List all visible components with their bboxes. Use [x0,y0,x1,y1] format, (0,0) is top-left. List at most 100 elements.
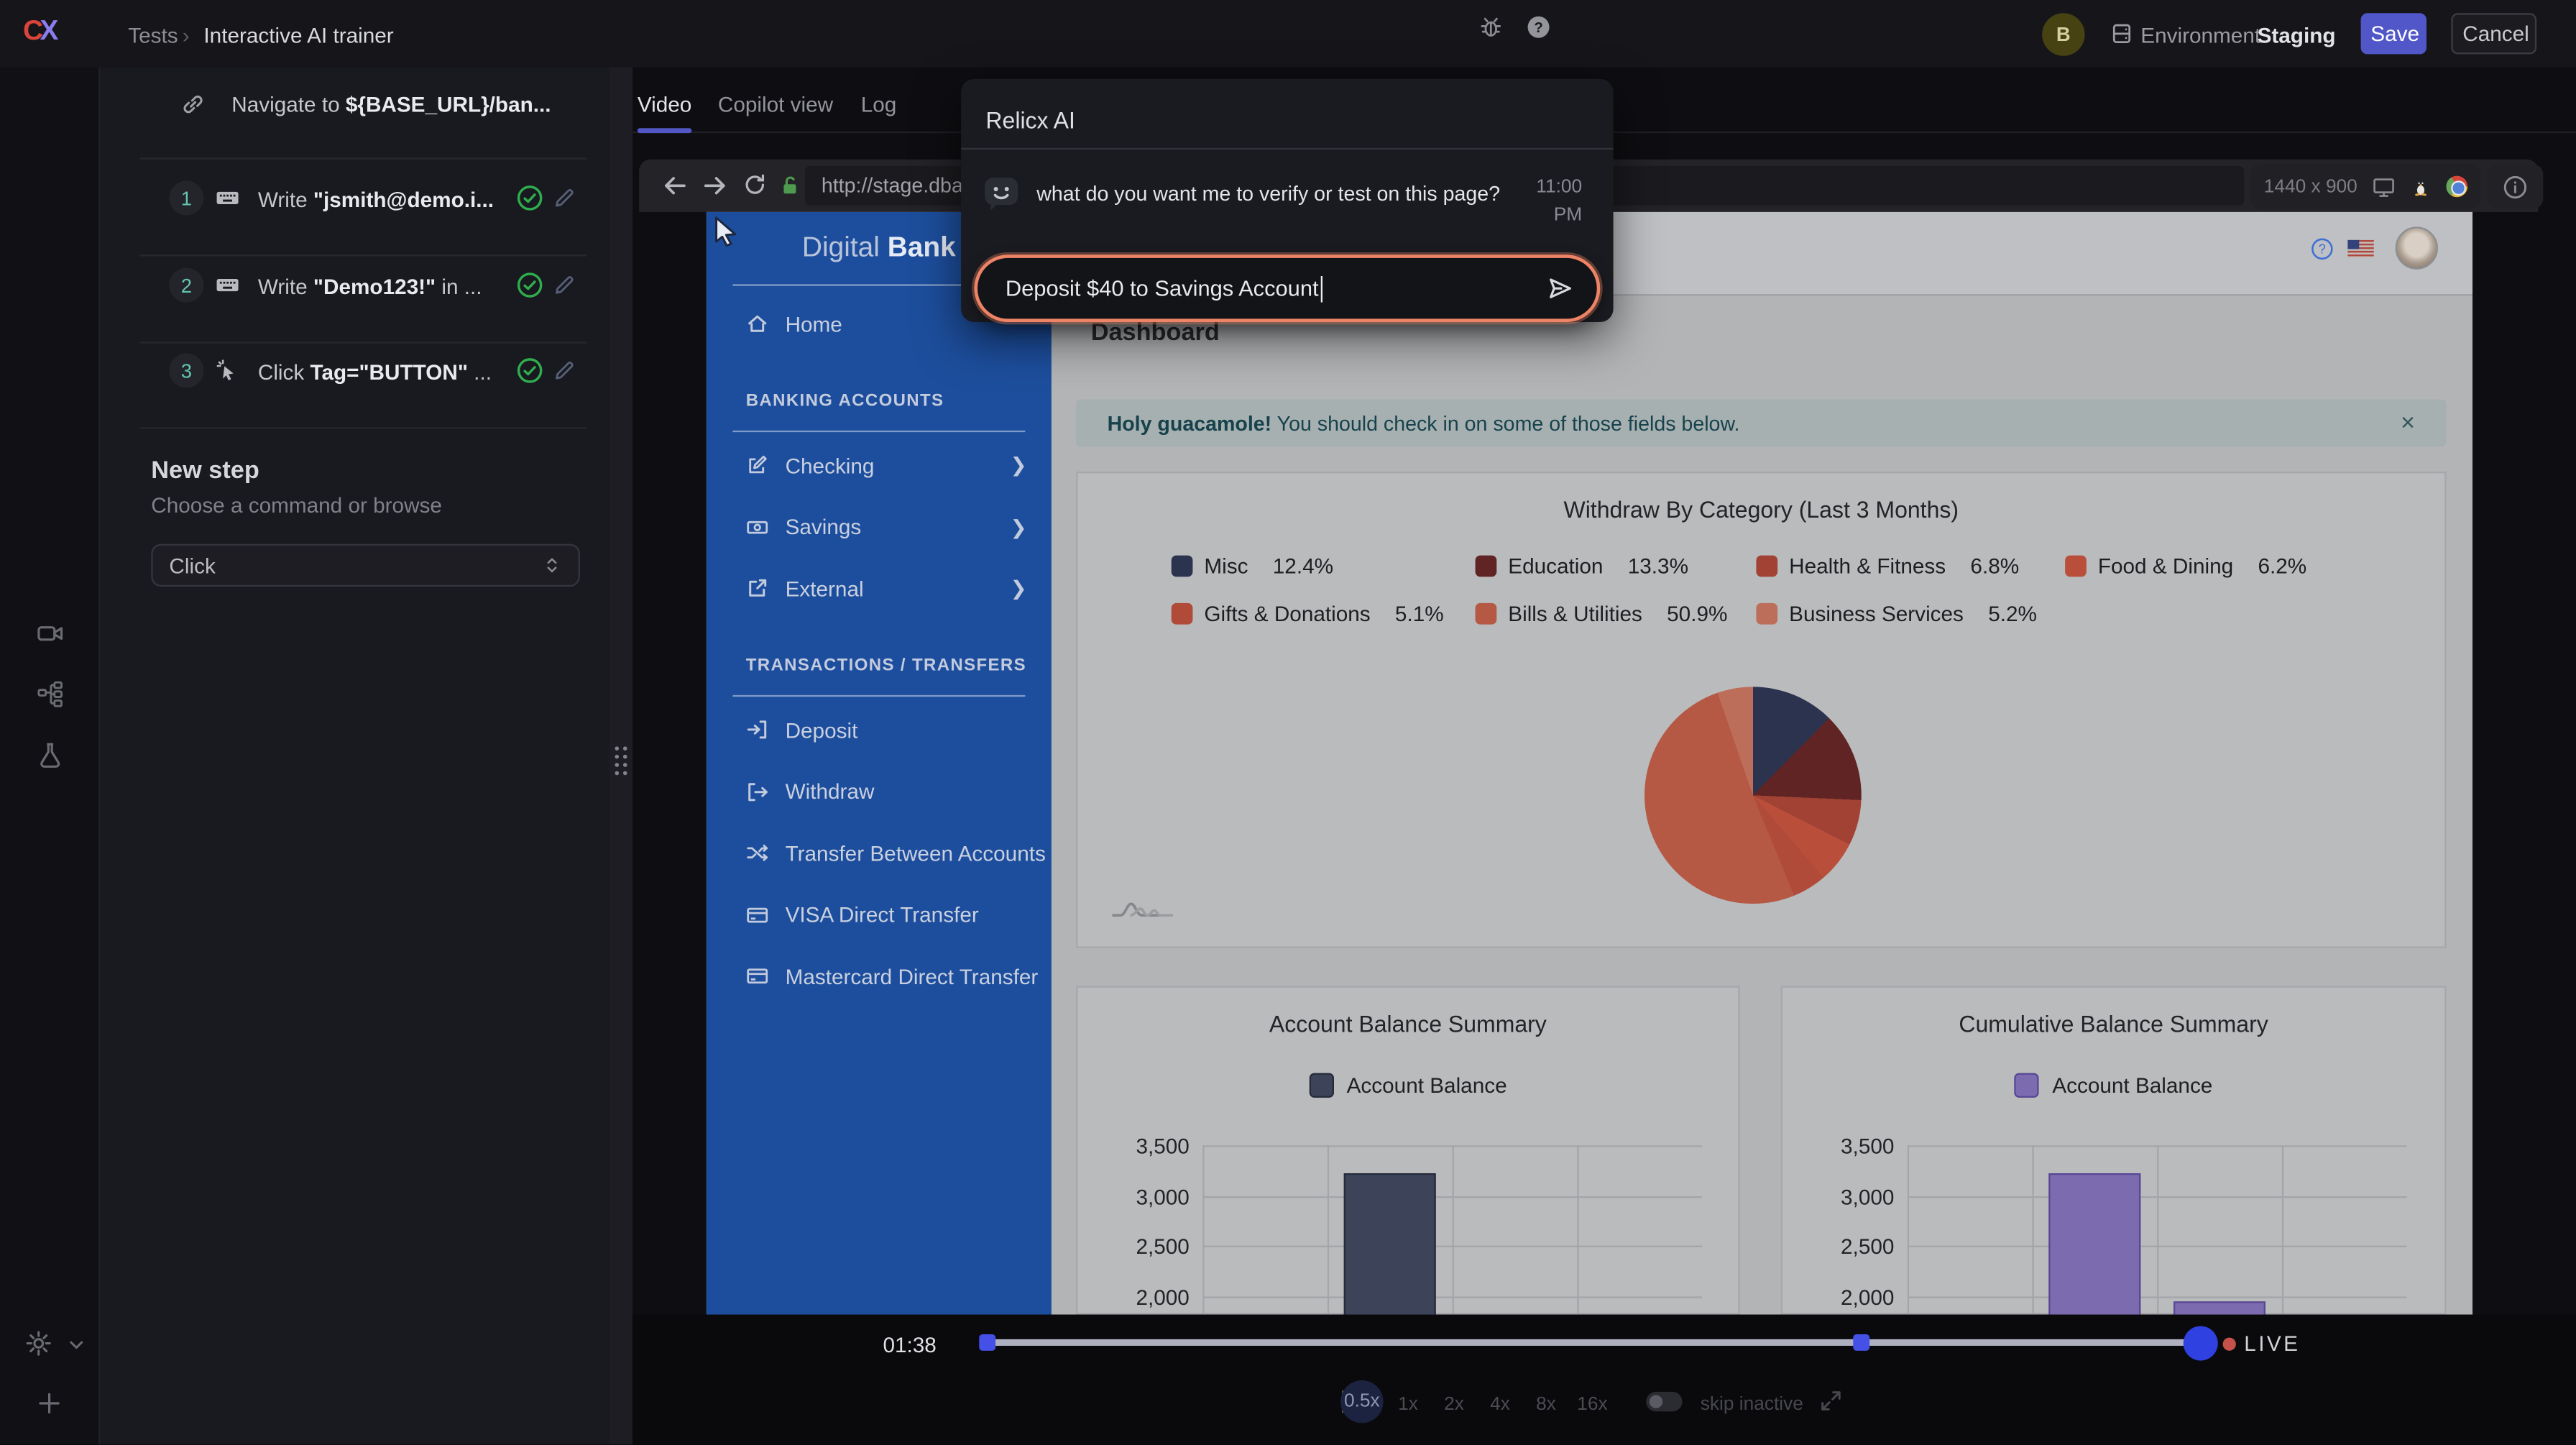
browser-reload-icon[interactable] [742,173,767,197]
fullscreen-icon[interactable] [1818,1388,1843,1413]
speed-4x[interactable]: 4x [1490,1395,1510,1415]
cash-icon [746,515,770,538]
bank-sidebar: Digital Bank HomeBANKING ACCOUNTSCheckin… [707,212,1052,1315]
step-success-icon [516,184,544,212]
pie-legend-item[interactable]: Education13.3% [1476,554,1757,578]
y-axis-tick: 2,500 [1795,1234,1894,1259]
tab-log[interactable]: Log [861,92,897,116]
ai-prompt-input[interactable]: Deposit $40 to Savings Account [974,254,1600,322]
timeline-track[interactable] [981,1339,2213,1346]
bug-icon[interactable] [1478,15,1503,40]
live-label: LIVE [2244,1331,2300,1355]
video-camera-icon[interactable] [36,620,64,648]
bank-nav-label: External [786,576,864,600]
test-step-row[interactable]: 3Click Tag="BUTTON" ... [100,352,610,391]
bar[interactable] [1344,1173,1436,1314]
us-flag-icon[interactable] [2347,240,2374,258]
edit-step-icon[interactable] [552,272,576,297]
video-player-bar: 01:38 LIVE 0.5x1x2x4x8x16x skip inactive [632,1315,2576,1445]
test-step-row[interactable]: 1Write "jsmith@demo.i... [100,179,610,219]
viewport-info: 1440 x 900 [2250,165,2480,209]
pie-legend-item[interactable]: Gifts & Donations5.1% [1172,602,1476,626]
pie-legend-item[interactable]: Business Services5.2% [1756,602,2101,626]
url-text: http://stage.dba [822,174,963,197]
add-icon[interactable] [36,1390,63,1417]
speed-1x[interactable]: 1x [1398,1395,1418,1415]
bar-chart-legend: Account Balance [1782,1073,2444,1098]
user-avatar[interactable]: B [2042,13,2084,55]
test-step-row[interactable]: 2Write "Demo123!" in ... [100,266,610,306]
bank-nav-deposit[interactable]: Deposit [746,710,1035,749]
skip-inactive-toggle[interactable] [1646,1392,1682,1411]
pie-legend-row: Gifts & Donations5.1%Bills & Utilities50… [1172,602,2102,626]
y-axis-tick: 2,000 [1091,1285,1190,1309]
bank-nav-visa-direct-transfer[interactable]: VISA Direct Transfer [746,895,1035,935]
timeline-marker[interactable] [1853,1334,1869,1351]
mouse-cursor [713,215,741,246]
command-select[interactable]: Click [151,544,580,587]
speed-8x[interactable]: 8x [1536,1395,1556,1415]
monitor-icon[interactable] [2372,175,2395,198]
speed-16x[interactable]: 16x [1577,1395,1607,1415]
app-window: CX Tests › Interactive AI trainer ? B En… [0,0,2576,1445]
bank-help-icon[interactable]: ? [2310,237,2334,261]
cursor-click-icon [215,358,239,382]
chrome-browser-icon[interactable] [2446,176,2467,198]
bank-nav-savings[interactable]: Savings❯ [746,507,1035,546]
send-icon[interactable] [1546,275,1574,303]
skip-inactive-label: skip inactive [1701,1395,1803,1415]
help-icon[interactable]: ? [1526,15,1550,40]
bar[interactable] [2174,1301,2266,1315]
pie-legend-item[interactable]: Food & Dining6.2% [2065,554,2410,578]
legend-percent: 13.3% [1628,554,1688,578]
pie-legend-item[interactable]: Misc12.4% [1172,554,1476,578]
select-updown-icon [542,554,561,577]
browser-forward-icon[interactable] [702,173,728,199]
timeline-marker[interactable] [979,1334,995,1351]
bank-user-avatar[interactable] [2396,226,2438,269]
environment-value[interactable]: Staging [2258,23,2336,47]
browser-back-icon[interactable] [662,173,689,199]
new-step-subtitle: Choose a command or browse [151,493,442,518]
bank-nav-external[interactable]: External❯ [746,569,1035,608]
session-video-frame[interactable]: Digital Bank HomeBANKING ACCOUNTSCheckin… [707,212,2472,1315]
panel-resize-handle[interactable] [610,68,632,1444]
bank-nav-mastercard-direct-transfer[interactable]: Mastercard Direct Transfer [746,956,1035,996]
info-button[interactable] [2488,165,2544,209]
save-button[interactable]: Save [2361,13,2426,54]
shuffle-icon [746,841,770,864]
tab-video[interactable]: Video [638,92,691,116]
playhead-handle[interactable] [2184,1326,2218,1361]
ai-dialog-title: Relicx AI [985,107,1075,134]
bank-nav-withdraw[interactable]: Withdraw [746,771,1035,811]
bank-nav-checking[interactable]: Checking❯ [746,445,1035,485]
svg-text:?: ? [2319,242,2326,257]
settings-gear-icon[interactable] [24,1329,52,1357]
chevron-down-icon[interactable] [65,1334,87,1356]
edit-step-icon[interactable] [552,358,576,382]
alert-close-icon[interactable]: × [2401,409,2415,437]
legend-label: Food & Dining [2098,554,2233,578]
ai-message-text: what do you want me to verify or test on… [1036,183,1513,206]
lock-open-icon[interactable] [778,174,801,197]
bar[interactable] [2048,1173,2140,1315]
breadcrumb-tests[interactable]: Tests [128,23,178,47]
bank-nav-transfer-between-accounts[interactable]: Transfer Between Accounts [746,833,1035,873]
edit-step-icon[interactable] [552,185,576,210]
environment-icon [2110,22,2134,46]
navigate-step-target: ${BASE_URL}/ban... [346,92,551,116]
tab-copilot-view[interactable]: Copilot view [718,92,833,116]
speed-2x[interactable]: 2x [1444,1395,1464,1415]
chat-bubble-icon [983,174,1021,212]
lab-flask-icon[interactable] [36,741,64,769]
bar-chart-title: Cumulative Balance Summary [1782,1011,2444,1037]
speed-0.5x[interactable]: 0.5x [1340,1380,1383,1423]
sparkline-icon [1110,897,1176,920]
pie-legend-item[interactable]: Bills & Utilities50.9% [1476,602,1757,626]
app-logo[interactable]: CX [23,15,55,48]
workflow-tree-icon[interactable] [36,680,64,708]
cancel-button[interactable]: Cancel [2451,13,2536,54]
pie-legend-item[interactable]: Health & Fitness6.8% [1756,554,2065,578]
ai-message-timestamp: 11:00PM [1517,174,1582,230]
linux-penguin-icon[interactable] [2410,175,2432,198]
